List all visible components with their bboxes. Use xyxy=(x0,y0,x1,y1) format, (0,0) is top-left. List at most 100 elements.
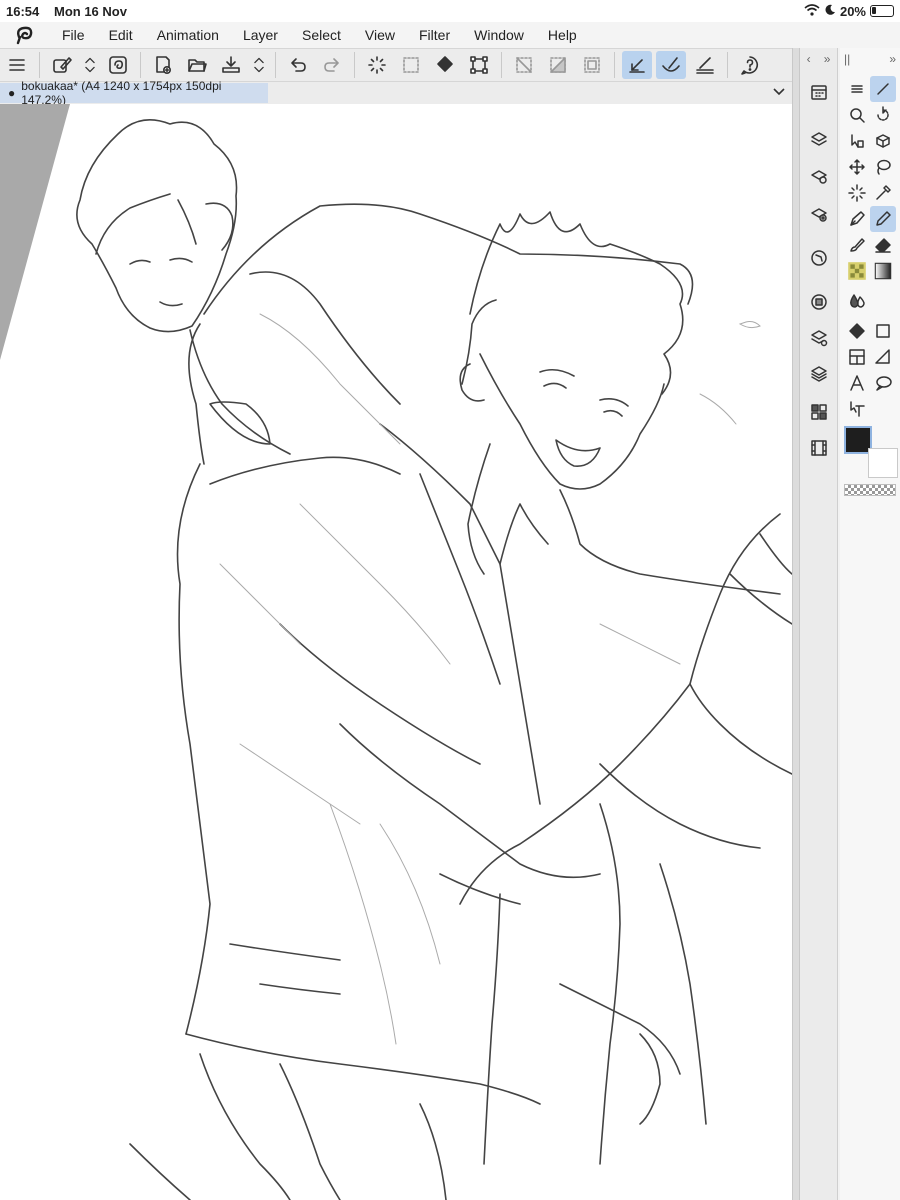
double-chevron-right-icon[interactable]: » xyxy=(824,52,831,66)
sub-color-swatch[interactable] xyxy=(868,448,898,478)
document-tab-bar: ● bokuakaa* (A4 1240 x 1754px 150dpi 147… xyxy=(0,79,792,107)
transparent-color-swatch[interactable] xyxy=(844,484,896,496)
toolbar-divider xyxy=(614,52,615,78)
toolbar-divider xyxy=(501,52,502,78)
rotate-icon[interactable] xyxy=(870,102,896,128)
operation-icon[interactable] xyxy=(844,128,870,154)
layer-property-icon[interactable] xyxy=(805,124,833,152)
toolbar-divider xyxy=(39,52,40,78)
pen-nib-icon[interactable] xyxy=(844,206,870,232)
toolbar-divider xyxy=(140,52,141,78)
document-tab[interactable]: ● bokuakaa* (A4 1240 x 1754px 150dpi 147… xyxy=(0,79,268,107)
brush-icon[interactable] xyxy=(844,232,870,258)
lasso-icon[interactable] xyxy=(870,154,896,180)
help-icon[interactable] xyxy=(735,51,765,79)
document-title: bokuakaa* (A4 1240 x 1754px 150dpi 147.2… xyxy=(21,79,222,107)
ruler-snap-icon[interactable] xyxy=(622,51,652,79)
color-set-icon[interactable] xyxy=(805,288,833,316)
menu-bar: File Edit Animation Layer Select View Fi… xyxy=(0,22,900,48)
sketch-artwork xyxy=(0,104,792,1200)
figure-rectangle-icon[interactable] xyxy=(870,318,896,344)
ruler-icon[interactable] xyxy=(870,344,896,370)
eyedropper-icon[interactable] xyxy=(870,180,896,206)
material-grid-icon[interactable] xyxy=(805,398,833,426)
menu-help[interactable]: Help xyxy=(536,27,589,43)
loading-spinner-icon[interactable] xyxy=(362,51,392,79)
menu-file[interactable]: File xyxy=(50,27,97,43)
redo-icon[interactable] xyxy=(317,51,347,79)
chevron-down-icon[interactable] xyxy=(772,84,786,101)
tool-palette-controls: || » xyxy=(840,48,900,70)
fill-bucket-icon[interactable] xyxy=(430,51,460,79)
double-chevron-right-icon[interactable]: » xyxy=(889,52,896,66)
hamburger-menu-icon[interactable] xyxy=(2,51,32,79)
balloon-icon[interactable] xyxy=(870,370,896,396)
pen-tool-icon[interactable] xyxy=(870,76,896,102)
up-down-arrows-icon[interactable] xyxy=(81,51,99,79)
menu-window[interactable]: Window xyxy=(462,27,536,43)
invert-selection-icon[interactable] xyxy=(543,51,573,79)
do-not-disturb-icon xyxy=(824,4,836,19)
selection-outline-icon[interactable] xyxy=(509,51,539,79)
menu-select[interactable]: Select xyxy=(290,27,353,43)
date: Mon 16 Nov xyxy=(54,3,127,19)
calendar-grid-icon[interactable] xyxy=(805,78,833,106)
tool-palette: || » xyxy=(840,48,900,1200)
up-down-arrows-icon[interactable] xyxy=(250,51,268,79)
magic-wand-icon[interactable] xyxy=(844,180,870,206)
chevron-left-icon[interactable]: ‹ xyxy=(807,52,811,66)
transform-icon[interactable] xyxy=(464,51,494,79)
command-bar-column: ‹ » xyxy=(800,48,838,1200)
menu-filter[interactable]: Filter xyxy=(407,27,462,43)
undo-icon[interactable] xyxy=(283,51,313,79)
grid-snap-icon[interactable] xyxy=(690,51,720,79)
eraser-icon[interactable] xyxy=(870,232,896,258)
drawing-canvas[interactable] xyxy=(0,104,792,1200)
toolbar-divider xyxy=(727,52,728,78)
clear-selection-icon[interactable] xyxy=(396,51,426,79)
battery-icon xyxy=(870,5,894,17)
sub-tool-settings-icon[interactable] xyxy=(805,162,833,190)
object-3d-icon[interactable] xyxy=(870,128,896,154)
gradient-icon[interactable] xyxy=(870,258,896,284)
menu-edit[interactable]: Edit xyxy=(97,27,145,43)
menu-animation[interactable]: Animation xyxy=(145,27,231,43)
zoom-icon[interactable] xyxy=(844,102,870,128)
command-toolbar xyxy=(0,48,792,82)
double-bar-icon[interactable]: || xyxy=(844,52,850,66)
new-file-icon[interactable] xyxy=(148,51,178,79)
pencil-icon[interactable] xyxy=(870,206,896,232)
special-ruler-snap-icon[interactable] xyxy=(656,51,686,79)
status-bar: 16:54 Mon 16 Nov 20% xyxy=(0,0,900,22)
correct-line-icon[interactable] xyxy=(844,396,870,422)
blend-drops-icon[interactable] xyxy=(844,288,870,314)
layers-settings-icon[interactable] xyxy=(805,324,833,352)
toolbar-divider xyxy=(275,52,276,78)
fill-icon[interactable] xyxy=(844,318,870,344)
unsaved-dot-icon: ● xyxy=(8,86,16,100)
menu-view[interactable]: View xyxy=(353,27,407,43)
navigator-icon[interactable] xyxy=(805,244,833,272)
layer-search-icon[interactable] xyxy=(805,200,833,228)
battery-percentage: 20% xyxy=(839,3,866,19)
save-icon[interactable] xyxy=(216,51,246,79)
clip-studio-logo-icon[interactable] xyxy=(0,22,50,48)
status-indicators: 20% xyxy=(804,4,894,19)
edit-canvas-icon[interactable] xyxy=(47,51,77,79)
timeline-film-icon[interactable] xyxy=(805,434,833,462)
text-tool-icon[interactable] xyxy=(844,370,870,396)
wifi-icon xyxy=(804,3,820,19)
frame-border-icon[interactable] xyxy=(844,344,870,370)
toolbar-divider xyxy=(354,52,355,78)
open-folder-icon[interactable] xyxy=(182,51,212,79)
dock-divider[interactable] xyxy=(792,48,800,1200)
clock: 16:54 xyxy=(6,3,40,19)
expand-selection-icon[interactable] xyxy=(577,51,607,79)
move-layer-icon[interactable] xyxy=(844,154,870,180)
layers-icon[interactable] xyxy=(805,360,833,388)
dock-controls: ‹ » xyxy=(800,48,837,70)
menu-layer[interactable]: Layer xyxy=(231,27,290,43)
palette-menu-icon[interactable] xyxy=(844,76,870,102)
decoration-tool-icon[interactable] xyxy=(844,258,870,284)
clip-studio-spiral-icon[interactable] xyxy=(103,51,133,79)
